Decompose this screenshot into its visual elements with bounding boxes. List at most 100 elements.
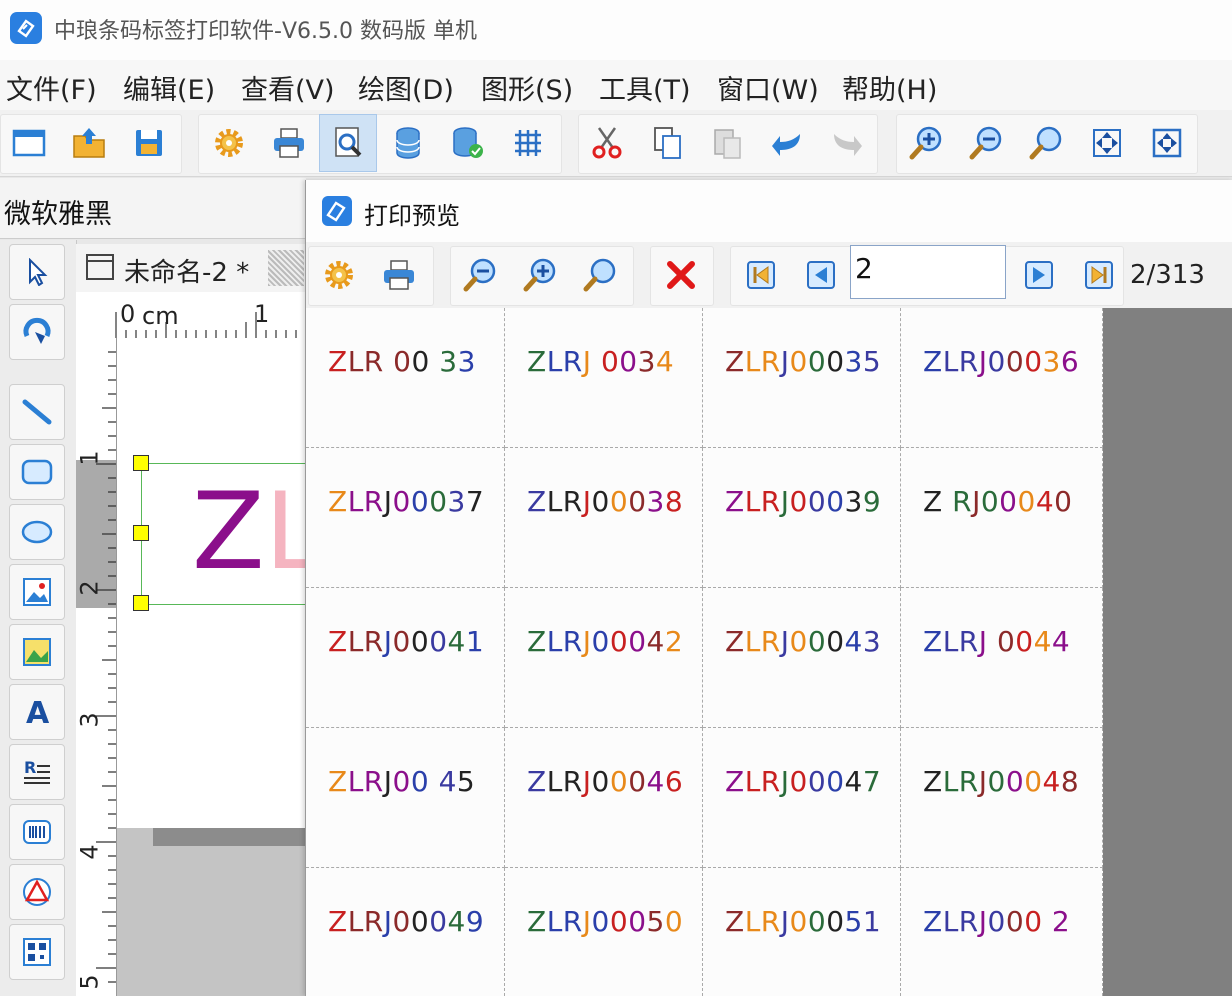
title-bar: 中琅条码标签打印软件-V6.5.0 数码版 单机 — [0, 0, 1232, 60]
preview-zoom-fit-icon[interactable] — [572, 246, 630, 304]
menu-file[interactable]: 文件(F) — [6, 68, 97, 107]
picture-tool-icon[interactable] — [9, 624, 65, 680]
preview-logo-icon — [322, 196, 352, 226]
text-tool-icon[interactable]: A — [9, 684, 65, 740]
database-icon[interactable] — [379, 114, 437, 172]
menu-tools[interactable]: 工具(T) — [599, 68, 691, 107]
label-cell: ZLRJ00039 — [703, 448, 901, 588]
label-code: ZLRJ00035 — [725, 345, 882, 378]
zoom-out-icon[interactable] — [958, 114, 1016, 172]
menu-help[interactable]: 帮助(H) — [842, 68, 937, 107]
settings-gear-icon[interactable] — [200, 114, 258, 172]
open-folder-icon[interactable] — [60, 114, 118, 172]
label-cell: ZLRJ00037 — [306, 448, 505, 588]
cut-icon[interactable] — [578, 114, 636, 172]
rectangle-tool-icon[interactable] — [9, 444, 65, 500]
paste-icon[interactable] — [698, 114, 756, 172]
preview-settings-icon[interactable] — [310, 246, 368, 304]
preview-zoom-out-icon[interactable] — [452, 246, 510, 304]
database-connect-icon[interactable] — [439, 114, 497, 172]
label-canvas[interactable]: ZL — [117, 338, 307, 828]
menu-view[interactable]: 查看(V) — [241, 68, 335, 107]
window-title: 中琅条码标签打印软件-V6.5.0 数码版 单机 — [54, 19, 477, 44]
label-cell: ZLRJ00047 — [703, 728, 901, 868]
drawing-tools-panel: A R — [0, 240, 77, 996]
label-code: ZLRJ00039 — [725, 485, 882, 518]
label-code: ZLR 00 33 — [328, 345, 476, 378]
label-text-preview: ZL — [192, 470, 306, 593]
vertical-ruler: 1 2 3 4 5 — [76, 338, 117, 996]
preview-title: 打印预览 — [364, 202, 460, 230]
label-code: ZLRJ 0034 — [527, 345, 675, 378]
grid-icon[interactable] — [499, 114, 557, 172]
ruler-v-label-4: 4 — [75, 844, 104, 860]
label-code: ZLRJ00047 — [725, 765, 882, 798]
ruler-v-label-2: 2 — [75, 580, 104, 596]
font-name-select[interactable]: 微软雅黑 — [4, 192, 112, 231]
label-cell: ZLRJ00038 — [505, 448, 703, 588]
label-code: ZLRJ00051 — [725, 905, 882, 938]
first-page-icon[interactable] — [732, 246, 790, 304]
zoom-fit-icon[interactable] — [1018, 114, 1076, 172]
label-code: ZLRJ00043 — [725, 625, 882, 658]
app-logo-icon — [10, 12, 42, 44]
menu-edit[interactable]: 编辑(E) — [123, 68, 215, 107]
label-code: ZLRJ000 2 — [923, 905, 1071, 938]
preview-title-bar: 打印预览 — [306, 180, 1232, 242]
label-code: Z RJ00040 — [923, 485, 1073, 518]
resize-handle-middle[interactable] — [133, 525, 149, 541]
previous-page-icon[interactable] — [792, 246, 850, 304]
print-preview-icon[interactable] — [319, 114, 377, 172]
label-cell: ZLRJ00046 — [505, 728, 703, 868]
label-code: ZLRJ00041 — [328, 625, 485, 658]
label-cell: ZLRJ00048 — [901, 728, 1103, 868]
label-code: ZLRJ 0044 — [923, 625, 1071, 658]
menu-draw[interactable]: 绘图(D) — [358, 68, 454, 107]
label-code: ZLRJ00 45 — [328, 765, 476, 798]
main-toolbar — [0, 110, 1232, 177]
ruler-v-label-5: 5 — [75, 974, 104, 990]
redo-icon[interactable] — [818, 114, 876, 172]
resize-handle-bottom[interactable] — [133, 595, 149, 611]
line-tool-icon[interactable] — [9, 384, 65, 440]
rich-text-tool-icon[interactable]: R — [9, 744, 65, 800]
page-count: 2/313 — [1130, 260, 1205, 290]
ellipse-tool-icon[interactable] — [9, 504, 65, 560]
next-page-icon[interactable] — [1010, 246, 1068, 304]
label-code: ZLRJ00049 — [328, 905, 485, 938]
label-cell: ZLRJ 0044 — [901, 588, 1103, 728]
preview-print-icon[interactable] — [370, 246, 428, 304]
select-pointer-icon[interactable] — [9, 244, 65, 300]
barcode-tool-icon[interactable] — [9, 804, 65, 860]
label-code: ZLRJ00037 — [328, 485, 485, 518]
polygon-tool-icon[interactable] — [9, 864, 65, 920]
label-cell: ZLRJ000 2 — [901, 868, 1103, 996]
document-icon — [86, 254, 114, 280]
label-cell: ZLRJ00036 — [901, 308, 1103, 448]
document-tab[interactable]: 未命名-2 * — [76, 244, 306, 292]
rotate-tool-icon[interactable] — [9, 304, 65, 360]
fit-width-icon[interactable] — [1138, 114, 1196, 172]
qrcode-tool-icon[interactable] — [9, 924, 65, 980]
page-number-input[interactable]: 2 — [850, 245, 1006, 299]
undo-icon[interactable] — [758, 114, 816, 172]
canvas-scrollbar[interactable] — [153, 828, 306, 846]
resize-handle-top[interactable] — [133, 455, 149, 471]
save-icon[interactable] — [120, 114, 178, 172]
copy-icon[interactable] — [638, 114, 696, 172]
label-cell: ZLR 00 33 — [306, 308, 505, 448]
label-cell: ZLRJ00043 — [703, 588, 901, 728]
ruler-label-0: 0 — [120, 300, 136, 328]
menu-shape[interactable]: 图形(S) — [481, 68, 573, 107]
last-page-icon[interactable] — [1070, 246, 1128, 304]
print-icon[interactable] — [260, 114, 318, 172]
preview-close-icon[interactable] — [652, 246, 710, 304]
zoom-in-icon[interactable] — [898, 114, 956, 172]
preview-zoom-in-icon[interactable] — [512, 246, 570, 304]
new-window-icon[interactable] — [0, 114, 58, 172]
ruler-v-label-1: 1 — [75, 450, 104, 466]
label-code: ZLRJ00046 — [527, 765, 684, 798]
menu-window[interactable]: 窗口(W) — [717, 68, 819, 107]
image-tool-icon[interactable] — [9, 564, 65, 620]
fit-page-icon[interactable] — [1078, 114, 1136, 172]
